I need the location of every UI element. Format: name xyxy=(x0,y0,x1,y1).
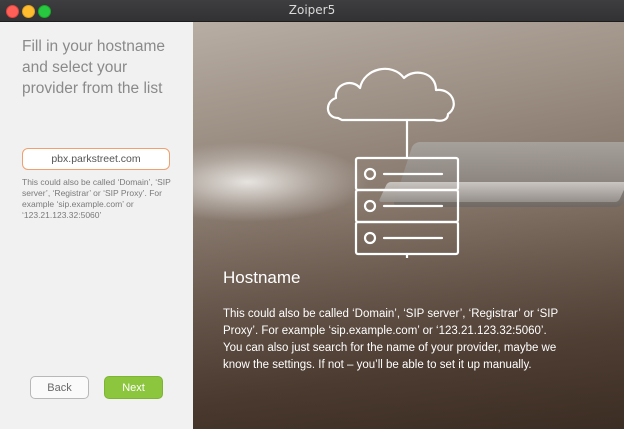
cloud-icon xyxy=(326,67,455,122)
hostname-hint: This could also be called ‘Domain’, ‘SIP… xyxy=(22,177,171,220)
hostname-input[interactable] xyxy=(22,148,170,170)
info-description-1: This could also be called ‘Domain’, ‘SIP… xyxy=(223,308,558,337)
info-title: Hostname xyxy=(223,268,301,287)
zoiper-window: Zoiper5 Fill in your hostname and select… xyxy=(0,0,624,429)
back-button[interactable]: Back xyxy=(30,376,89,399)
info-panel: Hostname This could also be called ‘Doma… xyxy=(193,22,624,429)
form-heading: Fill in your hostname and select your pr… xyxy=(22,38,166,97)
info-description: This could also be called ‘Domain’, ‘SIP… xyxy=(223,306,573,374)
info-description-2: You can also just search for the name of… xyxy=(223,342,557,371)
setup-form-panel: Fill in your hostname and select your pr… xyxy=(0,22,193,429)
cloud-server-illustration xyxy=(326,67,460,258)
window-title: Zoiper5 xyxy=(288,3,336,17)
title-bar: Zoiper5 xyxy=(0,0,624,22)
next-button[interactable]: Next xyxy=(104,376,163,399)
